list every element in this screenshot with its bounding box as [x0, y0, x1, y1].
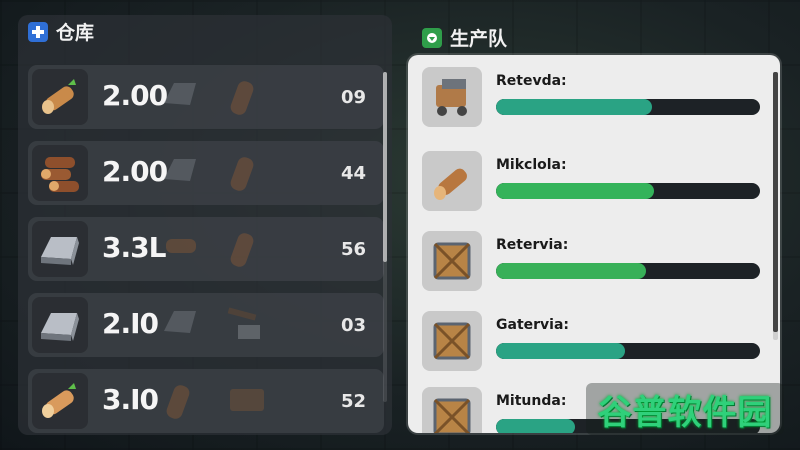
item-count: 44: [340, 163, 366, 184]
item-amount: 2.00: [102, 79, 168, 112]
warehouse-scrollbar-thumb[interactable]: [383, 72, 387, 262]
iron-ingot-icon: [160, 149, 200, 197]
iron-ingot-icon: [32, 221, 88, 277]
crate-icon: [422, 387, 482, 433]
item-count: 56: [340, 239, 366, 260]
team-progress-fill: [496, 99, 652, 115]
team-progress-bar: [496, 99, 760, 115]
log-icon: [224, 73, 264, 123]
team-name: Retervia:: [496, 237, 569, 253]
log-pile-icon: [32, 145, 88, 201]
item-amount: 2.00: [102, 155, 168, 188]
warehouse-list[interactable]: 2.00 09 2.00 44 3.3L 56 2.I0 03 3.I0 52: [28, 65, 384, 445]
production-scrollbar-thumb[interactable]: [773, 72, 778, 332]
plank-icon: [224, 377, 270, 427]
item-amount: 2.I0: [102, 307, 159, 340]
production-panel: Retevda: Mikclola: Retervia: Gatervia: M…: [408, 55, 780, 433]
log-icon: [32, 373, 88, 429]
warehouse-row[interactable]: 3.3L 56: [28, 217, 384, 281]
watermark-text: 谷普软件园: [597, 392, 773, 433]
production-title-label: 生产队: [450, 28, 508, 50]
crate-icon: [422, 231, 482, 291]
item-count: 09: [340, 87, 366, 108]
team-progress-fill: [496, 263, 647, 279]
iron-ingot-icon: [32, 297, 88, 353]
production-team-row[interactable]: Retervia:: [422, 231, 762, 301]
team-name: Retevda:: [496, 73, 567, 89]
team-progress-bar: [496, 343, 760, 359]
team-progress-fill: [496, 343, 626, 359]
iron-ingot-icon: [160, 73, 200, 121]
warehouse-row[interactable]: 2.00 09: [28, 65, 384, 129]
log-icon: [160, 377, 200, 427]
warehouse-row[interactable]: 2.I0 03: [28, 293, 384, 357]
warehouse-title-label: 仓库: [56, 22, 95, 44]
log-icon: [32, 69, 88, 125]
team-progress-bar: [496, 183, 760, 199]
production-title: 生产队: [422, 24, 507, 51]
log-icon: [422, 151, 482, 211]
item-count: 03: [340, 315, 366, 336]
item-amount: 3.I0: [102, 383, 159, 416]
warehouse-row[interactable]: 3.I0 52: [28, 369, 384, 433]
team-name: Gatervia:: [496, 317, 570, 333]
team-name: Mikclola:: [496, 157, 567, 173]
plus-icon: [28, 21, 48, 42]
production-team-row[interactable]: Gatervia:: [422, 311, 762, 381]
warehouse-row[interactable]: 2.00 44: [28, 141, 384, 205]
team-progress-fill: [496, 183, 655, 199]
production-team-row[interactable]: Mikclola:: [422, 151, 762, 221]
team-name: Mitunda:: [496, 393, 567, 409]
team-progress-fill: [496, 419, 576, 433]
log-icon: [224, 149, 264, 199]
log-icon: [160, 225, 200, 273]
site-watermark-logo: 谷普软件园: [586, 383, 784, 435]
log-icon: [224, 225, 264, 275]
iron-ingot-icon: [160, 301, 200, 349]
item-amount: 3.3L: [102, 231, 166, 264]
hammer-icon: [224, 301, 270, 351]
crate-icon: [422, 311, 482, 371]
team-progress-bar: [496, 263, 760, 279]
warehouse-title: 仓库: [28, 18, 94, 45]
item-count: 52: [340, 391, 366, 412]
wood-cart-icon: [422, 67, 482, 127]
production-team-row[interactable]: Retevda:: [422, 67, 762, 137]
team-icon: [422, 27, 442, 48]
